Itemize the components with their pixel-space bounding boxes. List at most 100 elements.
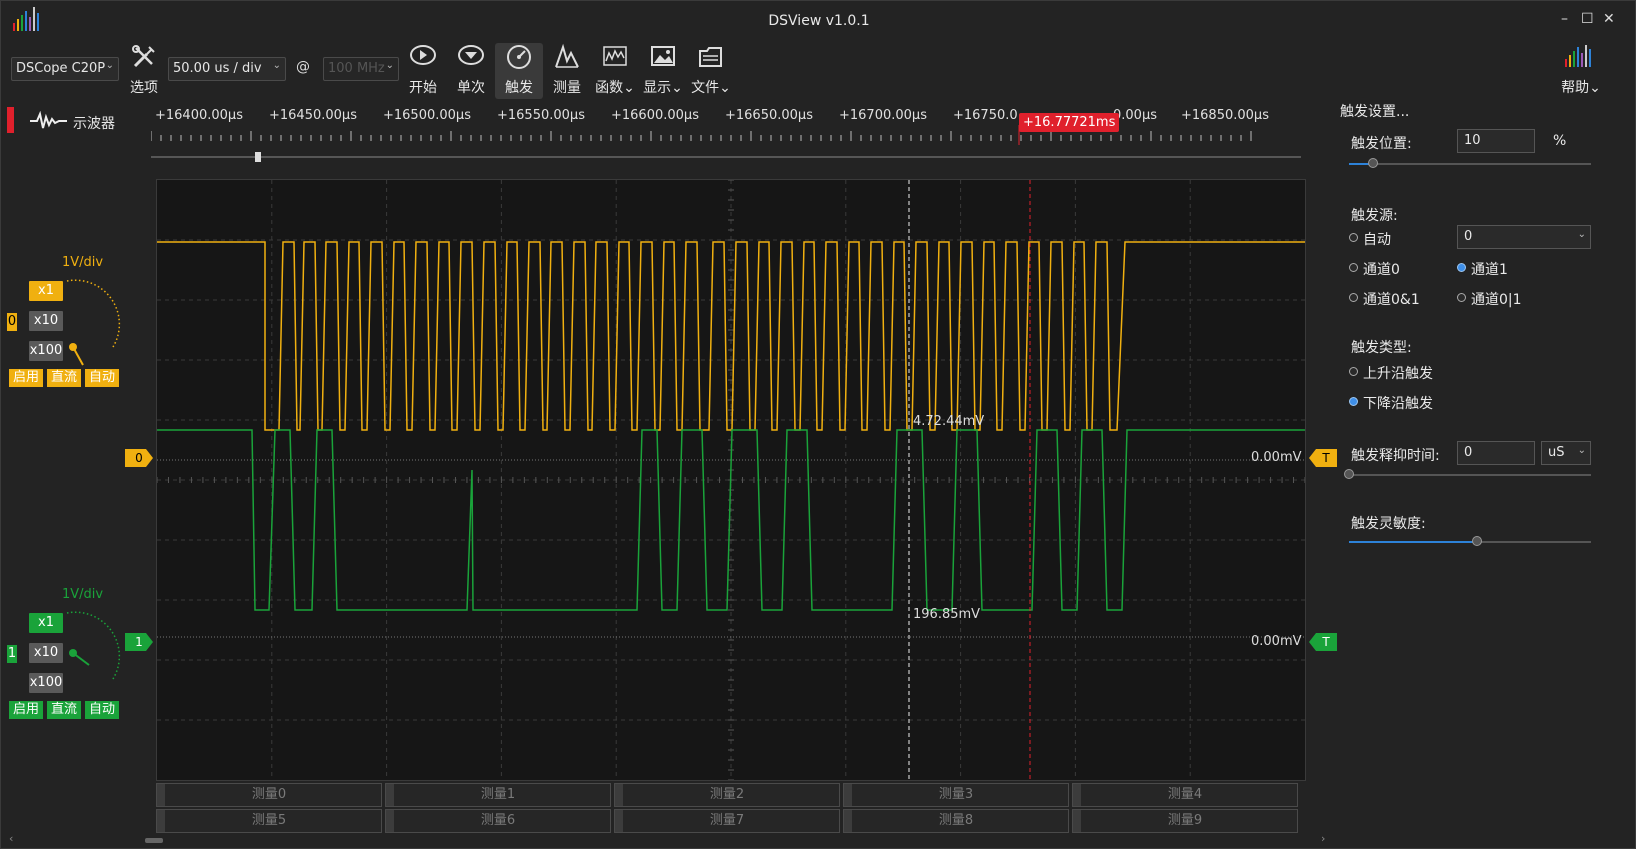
help-button[interactable]: 帮助⌄ — [1553, 43, 1609, 99]
chevron-down-icon: ⌄ — [272, 60, 281, 71]
function-label: 函数⌄ — [595, 80, 635, 96]
holdoff-slider[interactable] — [1344, 469, 1591, 479]
channel-1-x1-button[interactable]: x1 — [29, 613, 63, 633]
help-text: 帮助 — [1561, 80, 1590, 96]
measure-slot-6[interactable]: 测量6 — [385, 809, 611, 833]
source-auto-radio[interactable] — [1349, 233, 1358, 242]
channel-0-auto-button[interactable]: 自动 — [85, 369, 119, 387]
trigger-button[interactable]: 触发 — [495, 43, 543, 99]
type-falling-radio[interactable] — [1349, 397, 1358, 406]
window-title: DSView v1.0.1 — [768, 13, 870, 29]
trigger-cursor-time[interactable]: +16.77721ms — [1019, 113, 1120, 132]
display-icon — [651, 46, 675, 66]
trigger-label: 触发 — [505, 80, 533, 96]
at-label: @ — [296, 59, 310, 75]
channel-0-marker-label: 0 — [135, 451, 143, 465]
channel-1-x10-button[interactable]: x10 — [29, 643, 63, 663]
measure-slot-3[interactable]: 测量3 — [843, 783, 1069, 807]
file-button[interactable]: 文件⌄ — [687, 43, 735, 99]
channel-1-vdiv-knob[interactable] — [59, 607, 125, 707]
channel-1-x100-button[interactable]: x100 — [29, 673, 63, 693]
trigger-position-value: 10 — [1464, 133, 1481, 148]
grip-handle — [615, 784, 623, 806]
maximize-button[interactable]: ☐ — [1581, 11, 1594, 27]
options-button[interactable]: 选项 — [120, 43, 168, 99]
measure-slot-7[interactable]: 测量7 — [614, 809, 840, 833]
measure-slot-4[interactable]: 测量4 — [1072, 783, 1298, 807]
measure-slot-1[interactable]: 测量1 — [385, 783, 611, 807]
time-ruler[interactable]: +16400.00μs +16450.00μs +16500.00μs +165… — [151, 105, 1301, 165]
grip-handle — [386, 784, 394, 806]
measure-slot-5[interactable]: 测量5 — [156, 809, 382, 833]
channel-0-marker[interactable]: 0 — [125, 449, 153, 467]
measure-slot-9[interactable]: 测量9 — [1072, 809, 1298, 833]
trigger-source-label: 触发源: — [1351, 208, 1398, 224]
source-and-radio[interactable] — [1349, 293, 1358, 302]
file-label: 文件⌄ — [691, 80, 731, 96]
channel-0-coupling-button[interactable]: 直流 — [47, 369, 81, 387]
slider-knob[interactable] — [1368, 158, 1379, 168]
chevron-down-icon: ⌄ — [105, 60, 114, 71]
channel-0-enable-button[interactable]: 启用 — [9, 369, 43, 387]
source-ch0-radio[interactable] — [1349, 263, 1358, 272]
timebase-value: 50.00 us / div — [173, 61, 262, 76]
channel-1-marker[interactable]: 1 — [125, 633, 153, 651]
measure-slot-2[interactable]: 测量2 — [614, 783, 840, 807]
start-button[interactable]: 开始 — [399, 43, 447, 99]
grip-handle — [386, 810, 394, 832]
play-icon — [410, 45, 436, 65]
chevron-down-icon: ⌄ — [1577, 445, 1586, 456]
channel-0-x1-button[interactable]: x1 — [29, 281, 63, 301]
minimize-button[interactable]: – — [1561, 11, 1568, 27]
waveform-display[interactable]: 4.72.44mV 196.85mV — [156, 179, 1306, 781]
app-window: DSView v1.0.1 – ☐ ✕ DSCope C20P ⌄ 选项 50.… — [0, 0, 1636, 849]
timebase-select[interactable]: 50.00 us / div ⌄ — [168, 57, 286, 81]
channel-0-x10-button[interactable]: x10 — [29, 311, 63, 331]
display-text: 显示 — [643, 80, 672, 96]
channel-0-x100-button[interactable]: x100 — [29, 341, 63, 361]
function-button[interactable]: 函数⌄ — [591, 43, 639, 99]
measure-label: 测量 — [553, 80, 581, 96]
slider-knob[interactable] — [1472, 536, 1483, 546]
folder-icon — [699, 47, 722, 67]
trigger-position-input[interactable]: 10 — [1457, 129, 1535, 153]
gauge-icon — [507, 45, 531, 69]
holdoff-unit-select[interactable]: uS ⌄ — [1541, 441, 1591, 465]
trigger-source-select[interactable]: 0 ⌄ — [1457, 225, 1591, 249]
options-label: 选项 — [130, 80, 158, 96]
channel-0-vdiv-knob[interactable] — [59, 275, 125, 375]
oscilloscope-tab[interactable]: 示波器 — [7, 107, 143, 135]
close-button[interactable]: ✕ — [1603, 11, 1615, 27]
channel-1-enable-button[interactable]: 启用 — [9, 701, 43, 719]
measure-slot-8[interactable]: 测量8 — [843, 809, 1069, 833]
source-ch1-radio[interactable] — [1457, 263, 1466, 272]
measure-slot-0[interactable]: 测量0 — [156, 783, 382, 807]
channel-1-auto-button[interactable]: 自动 — [85, 701, 119, 719]
measure-slot-label: 测量3 — [938, 787, 974, 802]
samplerate-select[interactable]: 100 MHz ⌄ — [323, 57, 399, 81]
single-button[interactable]: 单次 — [447, 43, 495, 99]
trigger-position-slider[interactable] — [1349, 158, 1591, 168]
source-or-radio[interactable] — [1457, 293, 1466, 302]
type-rising-radio[interactable] — [1349, 367, 1358, 376]
measure-slot-label: 测量1 — [480, 787, 516, 802]
channel-1-controls: 1V/div 1 x1 x10 x100 启用 直流 自动 — [7, 583, 125, 733]
measure-button[interactable]: 测量 — [543, 43, 591, 99]
channel-1-vdiv: 1V/div — [62, 587, 104, 602]
type-rising-label: 上升沿触发 — [1363, 366, 1433, 382]
measure-slot-label: 测量2 — [709, 787, 745, 802]
slider-knob[interactable] — [1344, 469, 1354, 479]
scroll-right-icon[interactable]: › — [1321, 832, 1325, 845]
channel-1-coupling-button[interactable]: 直流 — [47, 701, 81, 719]
scroll-left-icon[interactable]: ‹ — [9, 832, 13, 845]
horizontal-scrollbar[interactable]: ‹ › — [9, 832, 1325, 846]
grip-handle — [844, 784, 852, 806]
sensitivity-slider[interactable] — [1349, 536, 1591, 546]
device-select-value: DSCope C20P — [16, 61, 106, 76]
slider-fill — [1349, 541, 1478, 543]
channel-0-vdiv: 1V/div — [62, 255, 104, 270]
scroll-thumb[interactable] — [145, 838, 163, 843]
display-button[interactable]: 显示⌄ — [639, 43, 687, 99]
holdoff-input[interactable]: 0 — [1457, 441, 1535, 465]
device-select[interactable]: DSCope C20P ⌄ — [11, 57, 119, 81]
